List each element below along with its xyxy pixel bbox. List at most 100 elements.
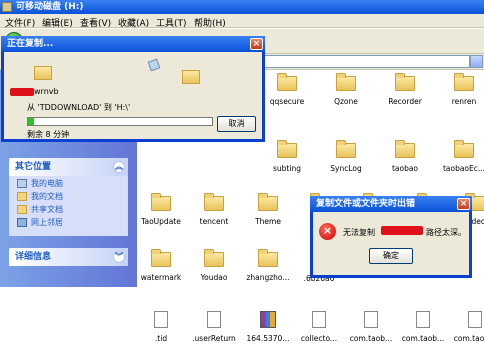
details-header[interactable]: 详细信息 ︾ — [9, 248, 128, 266]
file-item[interactable]: com.taob... — [343, 306, 399, 352]
sidebar-item-label: 我的电脑 — [31, 179, 63, 188]
item-name: Youdao — [200, 273, 228, 282]
network-icon — [17, 218, 27, 227]
error-message-suffix: 路径太深。 — [426, 228, 466, 237]
item-name: 164.5370... — [246, 334, 290, 343]
menu-view[interactable]: 查看(V) — [80, 16, 111, 29]
copy-filename: wrnvb — [34, 87, 59, 96]
file-icon — [364, 311, 378, 328]
folder-item[interactable]: Theme — [240, 190, 296, 236]
details-title: 详细信息 — [15, 252, 52, 262]
menu-help[interactable]: 帮助(H) — [194, 16, 226, 29]
folder-item[interactable]: zhangzho... — [240, 246, 296, 292]
folder-item[interactable]: watermark — [133, 246, 189, 292]
folder-icon — [395, 73, 415, 91]
other-places-header[interactable]: 其它位置 ︽ — [9, 158, 128, 176]
expand-chevron-icon[interactable]: ︾ — [113, 251, 125, 263]
collapse-chevron-icon[interactable]: ︽ — [113, 161, 125, 173]
item-name: com.taob... — [453, 334, 484, 343]
ok-button[interactable]: 确定 — [369, 248, 413, 264]
redacted-mark — [381, 226, 423, 235]
file-item[interactable]: .tid — [133, 306, 189, 352]
close-button[interactable]: × — [457, 198, 470, 210]
item-name: .tid — [154, 334, 168, 343]
error-dialog-titlebar: 复制文件或文件夹时出错 — [310, 196, 472, 212]
folder-icon — [454, 73, 474, 91]
item-name: renren — [451, 97, 477, 106]
folder-icon — [277, 140, 297, 158]
window-title: 可移动磁盘 (H:) — [16, 2, 84, 12]
item-name: collecto... — [300, 334, 338, 343]
item-name: tencent — [199, 217, 229, 226]
sidebar-item-shared-documents[interactable]: 共享文档 — [9, 204, 128, 215]
error-icon: × — [319, 223, 336, 240]
folder-item[interactable]: TaoUpdate — [133, 190, 189, 236]
source-folder-icon — [34, 66, 52, 80]
item-name: com.taob... — [401, 334, 445, 343]
item-name: SyncLog — [330, 164, 362, 173]
remaining-time: 剩余 8 分钟 — [27, 130, 70, 139]
computer-icon — [17, 179, 27, 188]
copy-dialog-titlebar: 正在复制... — [1, 36, 265, 52]
file-icon — [312, 311, 326, 328]
folder-item[interactable]: taobaoEc... — [436, 137, 484, 183]
folder-icon — [17, 192, 27, 201]
flying-paper-icon — [147, 58, 161, 72]
menu-edit[interactable]: 编辑(E) — [42, 16, 73, 29]
item-name: taobao — [391, 164, 419, 173]
folder-icon — [336, 140, 356, 158]
error-message-prefix: 无法复制 — [343, 228, 375, 237]
folder-item[interactable]: Qzone — [318, 70, 374, 116]
cancel-button[interactable]: 取消 — [217, 116, 256, 132]
folder-item[interactable]: SyncLog — [318, 137, 374, 183]
item-name: Qzone — [334, 97, 358, 106]
item-name: Theme — [255, 217, 281, 226]
folder-item[interactable]: renren — [436, 70, 484, 116]
file-item[interactable]: .userReturn — [186, 306, 242, 352]
menu-tools[interactable]: 工具(T) — [156, 16, 187, 29]
error-dialog-title: 复制文件或文件夹时出错 — [316, 199, 416, 209]
folder-item[interactable]: Youdao — [186, 246, 242, 292]
destination-folder-icon — [182, 70, 200, 84]
folder-item[interactable]: subting — [259, 137, 315, 183]
item-name: TaoUpdate — [141, 217, 181, 226]
folder-item[interactable]: Recorder — [377, 70, 433, 116]
file-item[interactable]: com.taob... — [447, 306, 484, 352]
shared-folder-icon — [17, 205, 27, 214]
folder-icon — [204, 249, 224, 267]
copy-dialog-title: 正在复制... — [7, 39, 54, 49]
drive-icon — [2, 2, 12, 12]
window-titlebar: 可移动磁盘 (H:) — [0, 0, 484, 14]
file-icon — [154, 311, 168, 328]
item-name: zhangzho... — [246, 273, 290, 282]
sidebar-item-label: 我的文档 — [31, 192, 63, 201]
copy-error-dialog: 复制文件或文件夹时出错 × × 无法复制 路径太深。 确定 — [310, 196, 472, 278]
file-item[interactable]: 164.5370... — [240, 306, 296, 352]
folder-icon — [258, 249, 278, 267]
redacted-mark — [10, 88, 34, 96]
item-name: qqsecure — [269, 97, 305, 106]
other-places-title: 其它位置 — [15, 162, 52, 172]
file-item[interactable]: collecto... — [291, 306, 347, 352]
folder-item[interactable]: taobao — [377, 137, 433, 183]
copy-progress-dialog: 正在复制... × wrnvb 从 'TDDOWNLOAD' 到 'H:\' 剩… — [1, 36, 265, 142]
copy-progress-bar — [27, 117, 213, 126]
file-item[interactable]: com.taob... — [395, 306, 451, 352]
address-dropdown-button[interactable] — [470, 55, 483, 68]
sidebar-item-my-computer[interactable]: 我的电脑 — [9, 178, 128, 189]
sidebar-item-label: 网上邻居 — [31, 218, 63, 227]
menu-favorites[interactable]: 收藏(A) — [118, 16, 149, 29]
sidebar-item-my-documents[interactable]: 我的文档 — [9, 191, 128, 202]
item-name: watermark — [140, 273, 182, 282]
folder-icon — [277, 73, 297, 91]
folder-icon — [336, 73, 356, 91]
close-button[interactable]: × — [250, 38, 263, 50]
folder-item[interactable]: tencent — [186, 190, 242, 236]
copy-from-to: 从 'TDDOWNLOAD' 到 'H:\' — [27, 103, 131, 112]
item-name: Recorder — [388, 97, 422, 106]
sidebar-item-network[interactable]: 网上邻居 — [9, 217, 128, 228]
progress-fill — [28, 118, 34, 125]
details-panel: 详细信息 ︾ — [9, 248, 128, 266]
menu-file[interactable]: 文件(F) — [5, 16, 35, 29]
folder-item[interactable]: qqsecure — [259, 70, 315, 116]
